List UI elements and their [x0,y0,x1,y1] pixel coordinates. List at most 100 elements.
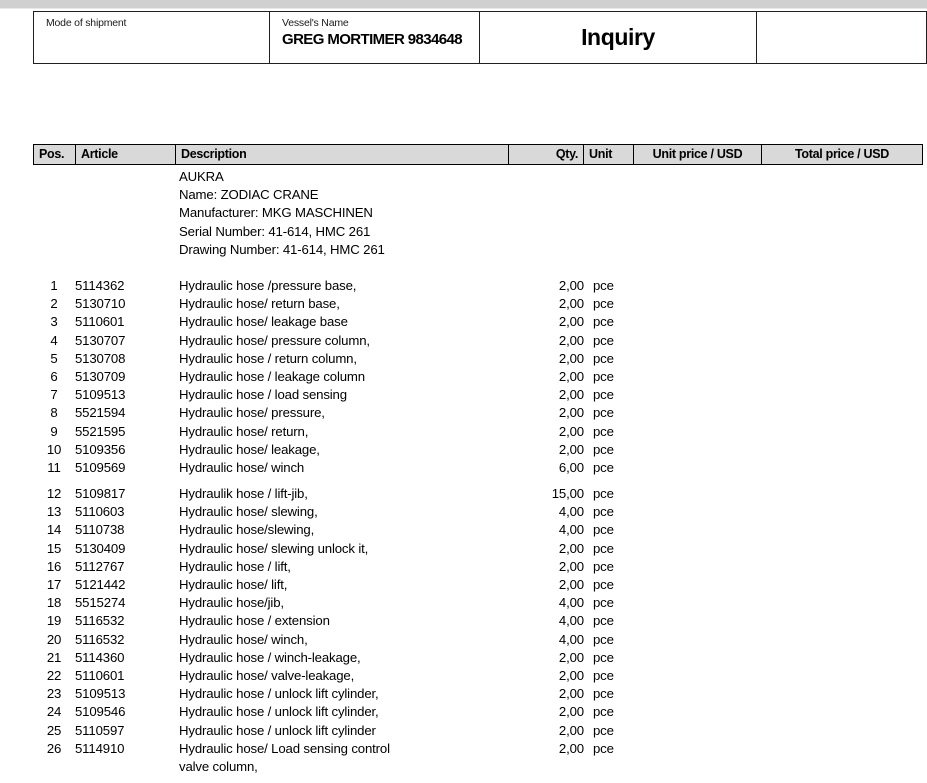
cell-description: Hydraulic hose/ Load sensing control valv… [179,740,538,776]
cell-article: 5521594 [75,405,126,421]
cell-unit: pce [593,350,614,366]
cell-article: 5116532 [75,613,125,629]
cell-pos: 16 [46,558,62,574]
cell-qty: 4,00 [558,504,584,520]
cell-description: Hydraulic hose / unlock lift cylinder, [179,703,538,721]
cell-article: 5114360 [75,649,125,665]
cell-unit: pce [593,740,614,756]
cell-qty: 2,00 [558,350,584,366]
cell-unit: pce [593,722,614,738]
table-row: 22 5110601 Hydraulic hose/ valve-leakage, 2… [33,667,922,685]
table-row: 3 5110601 Hydraulic hose/ leakage base 2,00… [33,313,922,331]
cell-article: 5130409 [75,540,126,556]
table-row: 5 5130708 Hydraulic hose / return column, 2… [33,350,922,368]
cell-article: 5109513 [75,686,126,702]
cell-article: 5130709 [75,368,126,384]
cell-article: 5114362 [75,278,125,294]
cell-unit: pce [593,504,614,520]
column-header-qty: Qty. [508,144,584,165]
cell-description: Hydraulic hose/ valve-leakage, [179,667,538,685]
cell-description: Hydraulic hose/ lift, [179,576,538,594]
description-line: Hydraulic hose / lift, [179,558,291,574]
cell-qty: 2,00 [558,686,584,702]
cell-article: 5110603 [75,504,125,520]
column-header-unit: Unit [583,144,634,165]
description-line: Hydraulic hose/ slewing, [179,504,318,520]
cell-pos: 8 [50,405,58,421]
cell-description: Hydraulic hose / unlock lift cylinder, [179,685,538,703]
table-row: 12 5109817 Hydraulik hose / lift-jib, 15,00… [33,485,922,503]
cell-qty: 2,00 [558,314,584,330]
cell-qty: 2,00 [558,387,584,403]
cell-qty: 2,00 [558,558,584,574]
description-line: Hydraulic hose/ lift, [179,577,288,593]
description-line: Hydraulic hose / winch-leakage, [179,649,361,665]
description-line: Hydraulic hose / unlock lift cylinder, [179,686,379,702]
cell-description: Hydraulic hose / winch-leakage, [179,649,538,667]
table-header-row: Pos. Article Description Qty. Unit Unit … [33,144,923,165]
cell-qty: 2,00 [558,667,584,683]
line-items-body: AUKRA Name: ZODIAC CRANE Manufacturer: MKG… [33,168,922,776]
cell-unit: pce [593,278,614,294]
description-line: Hydraulic hose / leakage column [179,368,365,384]
machine-info-line: Manufacturer: MKG MASCHINEN [179,205,373,221]
cell-pos: 7 [50,387,58,403]
description-line: Hydraulic hose/slewing, [179,522,315,538]
cell-article: 5109569 [75,459,126,475]
machine-info-line: Serial Number: 41-614, HMC 261 [179,223,371,239]
cell-description: Hydraulic hose/ pressure column, [179,332,538,350]
description-line: Hydraulic hose/jib, [179,595,284,611]
cell-pos: 14 [46,522,62,538]
table-row: 16 5112767 Hydraulic hose / lift, 2,00 pce [33,558,922,576]
cell-article: 5109546 [75,704,126,720]
cell-unit: pce [593,613,614,629]
table-row: 10 5109356 Hydraulic hose/ leakage, 2,00 pce [33,441,922,459]
cell-description: Hydraulic hose /pressure base, [179,277,538,295]
description-line: Hydraulic hose/ pressure, [179,405,325,421]
column-header-total-price: Total price / USD [761,144,923,165]
description-line: Hydraulic hose / return column, [179,350,357,366]
cell-pos: 5 [50,350,58,366]
cell-qty: 15,00 [551,486,584,502]
cell-article: 5110738 [75,522,125,538]
cell-unit: pce [593,486,614,502]
table-row: 11 5109569 Hydraulic hose/ winch 6,00 pce [33,459,922,477]
machine-info-line: AUKRA [179,169,224,184]
cell-description: Hydraulic hose / lift, [179,558,538,576]
table-row: 24 5109546 Hydraulic hose / unlock lift cy… [33,703,922,721]
cell-qty: 2,00 [558,405,584,421]
cell-qty: 4,00 [558,522,584,538]
table-row: 6 5130709 Hydraulic hose / leakage column 2… [33,368,922,386]
table-row: 21 5114360 Hydraulic hose / winch-leakage,… [33,649,922,667]
cell-pos: 6 [50,368,58,384]
cell-qty: 2,00 [558,423,584,439]
table-row: 8 5521594 Hydraulic hose/ pressure, 2,00 pce [33,404,922,422]
cell-unit: pce [593,704,614,720]
cell-description: Hydraulic hose / load sensing [179,386,538,404]
table-row: 1 5114362 Hydraulic hose /pressure base, 2,… [33,277,922,295]
cell-unit: pce [593,441,614,457]
cell-description: Hydraulic hose / extension [179,612,538,630]
description-line: Hydraulic hose/ leakage base [179,314,348,330]
table-row: 17 5121442 Hydraulic hose/ lift, 2,00 pce [33,576,922,594]
cell-qty: 4,00 [558,613,584,629]
line-item-rows: 1 5114362 Hydraulic hose /pressure base, 2,… [33,277,922,776]
cell-pos: 20 [46,631,62,647]
cell-qty: 2,00 [558,740,584,756]
table-row: 2 5130710 Hydraulic hose/ return base, 2,00… [33,295,922,313]
cell-pos: 10 [46,441,62,457]
description-line: Hydraulic hose / extension [179,613,330,629]
cell-pos: 18 [46,595,62,611]
description-line: Hydraulic hose / unlock lift cylinder, [179,704,379,720]
cell-description: Hydraulic hose/ return base, [179,295,538,313]
cell-description: Hydraulic hose / leakage column [179,368,538,386]
cell-pos: 4 [50,332,58,348]
description-line: Hydraulic hose/ return, [179,423,309,439]
cell-pos: 11 [47,459,61,475]
cell-article: 5515274 [75,595,126,611]
cell-unit: pce [593,459,614,475]
header-extra-cell [756,11,927,64]
machine-info-line: Name: ZODIAC CRANE [179,187,319,203]
cell-qty: 2,00 [558,441,584,457]
table-row: 25 5110597 Hydraulic hose / unlock lift cy… [33,722,922,740]
